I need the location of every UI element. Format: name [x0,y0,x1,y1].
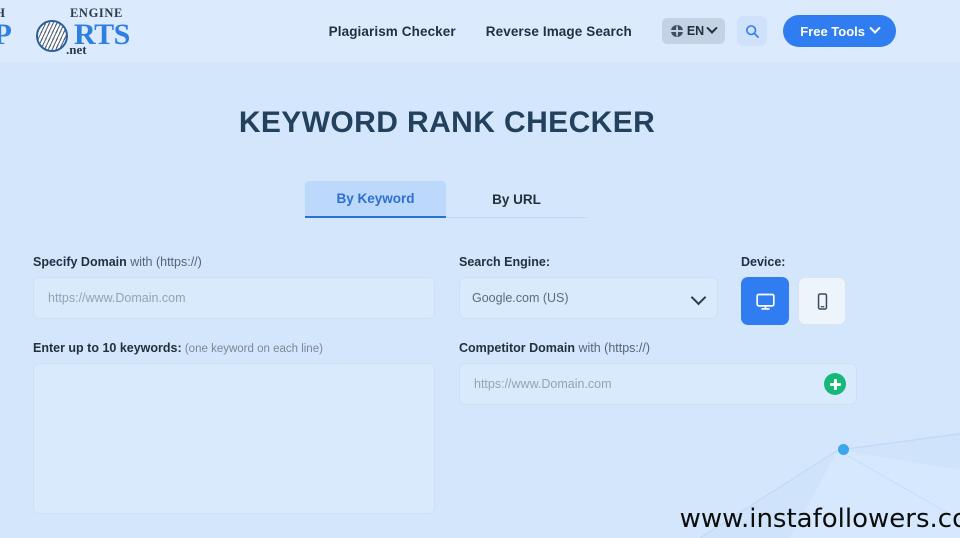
device-option-desktop[interactable] [741,277,789,325]
domain-label-weak: with (https://) [126,255,202,269]
globe-icon [36,20,68,52]
device-label: Device: [741,255,846,269]
chevron-down-icon [869,22,881,34]
search-engine-label: Search Engine: [459,255,718,269]
competitor-label-weak: with (https://) [574,341,651,355]
logo-text-rep: EP [0,18,12,51]
keywords-field-group: Enter up to 10 keywords: (one keyword on… [33,341,435,519]
device-label-text: Device: [741,255,786,269]
domain-label: Specify Domain with (https://) [33,255,435,269]
free-tools-button[interactable]: Free Tools [783,15,896,47]
domain-label-strong: Specify Domain [33,255,127,269]
device-option-mobile[interactable] [798,277,846,325]
free-tools-label: Free Tools [800,23,865,39]
tab-by-url[interactable]: By URL [446,181,587,218]
competitor-field-group: Competitor Domain with (https://) [459,341,857,405]
language-label: EN [686,24,705,38]
competitor-input-wrap [459,363,857,405]
tab-by-keyword[interactable]: By Keyword [305,181,446,218]
domain-input[interactable] [33,277,435,319]
plus-circle-icon[interactable] [824,373,846,395]
smartphone-icon [817,292,827,310]
device-field-group: Device: [741,255,846,325]
nav-link-reverse-image-search[interactable]: Reverse Image Search [486,24,632,39]
tab-by-keyword-label: By Keyword [336,191,415,206]
brand-logo[interactable]: RCH ENGINE EP RTS .net [0,4,130,58]
monitor-icon [755,293,775,310]
keywords-label: Enter up to 10 keywords: (one keyword on… [33,341,435,355]
page-title: KEYWORD RANK CHECKER [238,106,656,140]
keywords-label-strong: Enter up to 10 keywords: [33,341,182,355]
watermark-text: www.instafollowers.co [679,504,960,534]
language-selector[interactable]: EN [661,18,726,44]
competitor-domain-input[interactable] [459,363,857,405]
competitor-label-strong: Competitor Domain [459,341,575,355]
search-icon[interactable] [737,16,768,46]
chevron-down-icon [706,22,718,34]
search-engine-field-group: Search Engine: Google.com (US) [459,255,718,319]
search-glyph [745,24,759,38]
site-header: RCH ENGINE EP RTS .net Plagiarism Checke… [0,0,960,62]
search-engine-select[interactable]: Google.com (US) [459,277,718,319]
keywords-textarea[interactable] [33,363,435,514]
tab-by-url-label: By URL [492,191,541,207]
domain-field-group: Specify Domain with (https://) [33,255,435,319]
search-engine-label-text: Search Engine: [459,255,550,269]
main-nav: Plagiarism Checker Reverse Image Search … [329,0,896,62]
device-toggle [741,277,846,325]
keywords-label-hint: (one keyword on each line) [181,343,323,355]
decor-dot [838,444,849,455]
search-engine-select-wrap: Google.com (US) [459,277,718,319]
competitor-label: Competitor Domain with (https://) [459,341,857,355]
logo-text-net: .net [66,42,87,57]
nav-link-plagiarism-checker[interactable]: Plagiarism Checker [329,24,456,39]
tool-tabs: By Keyword By URL [305,181,587,218]
globe-icon [670,25,683,37]
